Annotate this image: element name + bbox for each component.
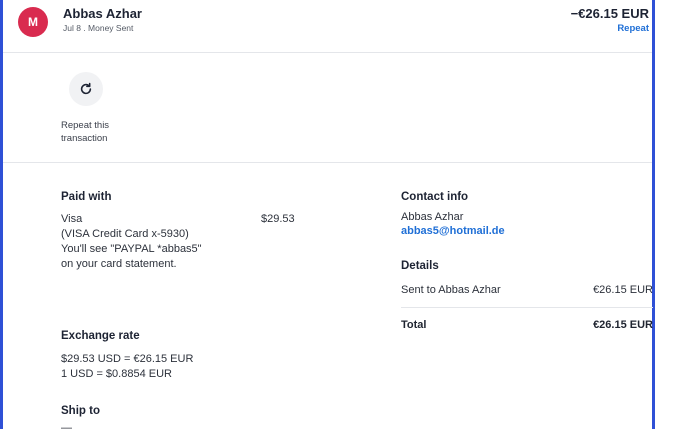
paid-with-amount: $29.53 bbox=[261, 213, 295, 225]
details-heading: Details bbox=[401, 260, 439, 272]
repeat-transaction-label: Repeat this transaction bbox=[61, 120, 110, 144]
transaction-header: M Abbas Azhar Jul 8 . Money Sent −€26.15… bbox=[3, 0, 652, 53]
exchange-rate-heading: Exchange rate bbox=[61, 330, 140, 342]
details-row: Sent to Abbas Azhar €26.15 EUR bbox=[401, 283, 653, 308]
contact-info-heading: Contact info bbox=[401, 191, 469, 203]
paid-with-heading: Paid with bbox=[61, 191, 112, 203]
ship-to-heading: Ship to bbox=[61, 405, 100, 417]
details-row-value: €26.15 EUR bbox=[593, 284, 653, 296]
contact-name: Abbas Azhar bbox=[401, 211, 464, 223]
refresh-icon bbox=[80, 82, 92, 95]
transaction-amount: −€26.15 EUR bbox=[570, 6, 649, 21]
repeat-link[interactable]: Repeat bbox=[617, 23, 649, 34]
transaction-subtitle: Jul 8 . Money Sent bbox=[63, 23, 134, 33]
payee-name: Abbas Azhar bbox=[63, 6, 142, 21]
total-value: €26.15 EUR bbox=[593, 319, 653, 331]
repeat-section: Repeat this transaction bbox=[3, 52, 652, 163]
repeat-transaction-button[interactable] bbox=[69, 72, 103, 106]
transaction-details-panel: M Abbas Azhar Jul 8 . Money Sent −€26.15… bbox=[0, 0, 655, 434]
details-row-label: Sent to Abbas Azhar bbox=[401, 284, 501, 296]
exchange-rate-line: 1 USD = $0.8854 EUR bbox=[61, 368, 172, 380]
total-label: Total bbox=[401, 319, 427, 331]
avatar: M bbox=[18, 7, 48, 37]
paid-with-description: Visa (VISA Credit Card x-5930) You'll se… bbox=[61, 213, 202, 270]
contact-email-link[interactable]: abbas5@hotmail.de bbox=[401, 225, 505, 237]
exchange-rate-line: $29.53 USD = €26.15 EUR bbox=[61, 353, 194, 365]
